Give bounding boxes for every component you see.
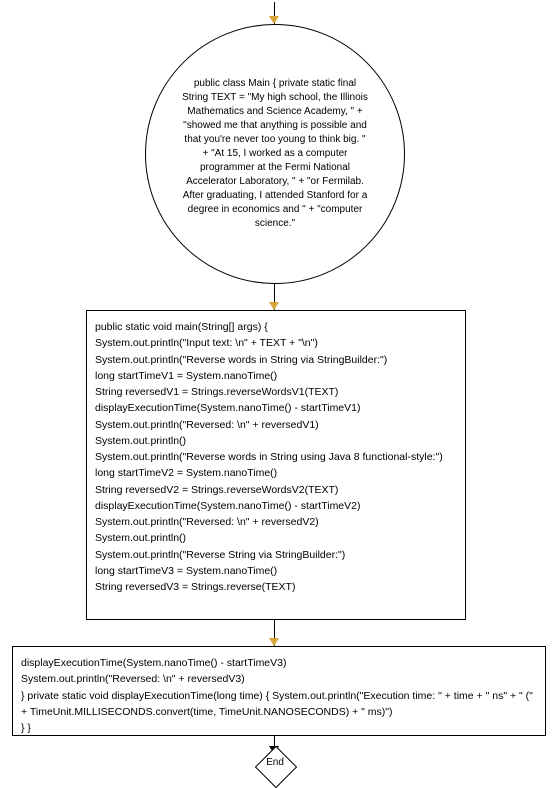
flowchart-container: public class Main { private static final… — [0, 0, 558, 785]
code-line: long startTimeV2 = System.nanoTime() — [95, 465, 457, 481]
code-line: System.out.println() — [95, 433, 457, 449]
process-node-1: public static void main(String[] args) {… — [86, 310, 466, 620]
arrow-head-icon — [269, 638, 279, 646]
code-line: System.out.println("Reverse words in Str… — [95, 449, 457, 465]
code-line: System.out.println("Reversed: \n" + reve… — [95, 417, 457, 433]
code-line: public static void main(String[] args) { — [95, 319, 457, 335]
arrow-head-icon — [269, 302, 279, 310]
code-line: String reversedV1 = Strings.reverseWords… — [95, 384, 457, 400]
code-line: System.out.println("Reverse words in Str… — [95, 352, 457, 368]
code-line: } private static void displayExecutionTi… — [21, 688, 537, 721]
start-node-text: public class Main { private static final… — [181, 77, 369, 231]
code-line: String reversedV2 = Strings.reverseWords… — [95, 482, 457, 498]
start-node-circle: public class Main { private static final… — [145, 24, 405, 284]
code-line: String reversedV3 = Strings.reverse(TEXT… — [95, 579, 457, 595]
end-node-label: End — [245, 757, 305, 768]
code-line: System.out.println("Reversed: \n" + reve… — [21, 671, 537, 687]
code-line: displayExecutionTime(System.nanoTime() -… — [95, 498, 457, 514]
code-line: System.out.println("Reverse String via S… — [95, 547, 457, 563]
code-line: System.out.println("Input text: \n" + TE… — [95, 335, 457, 351]
process-node-2: displayExecutionTime(System.nanoTime() -… — [12, 646, 546, 736]
code-line: displayExecutionTime(System.nanoTime() -… — [95, 400, 457, 416]
code-line: long startTimeV1 = System.nanoTime() — [95, 368, 457, 384]
code-line: displayExecutionTime(System.nanoTime() -… — [21, 655, 537, 671]
code-line: } } — [21, 720, 537, 736]
code-line: System.out.println("Reversed: \n" + reve… — [95, 514, 457, 530]
arrow-head-icon — [269, 16, 279, 24]
code-line: System.out.println() — [95, 530, 457, 546]
code-line: long startTimeV3 = System.nanoTime() — [95, 563, 457, 579]
